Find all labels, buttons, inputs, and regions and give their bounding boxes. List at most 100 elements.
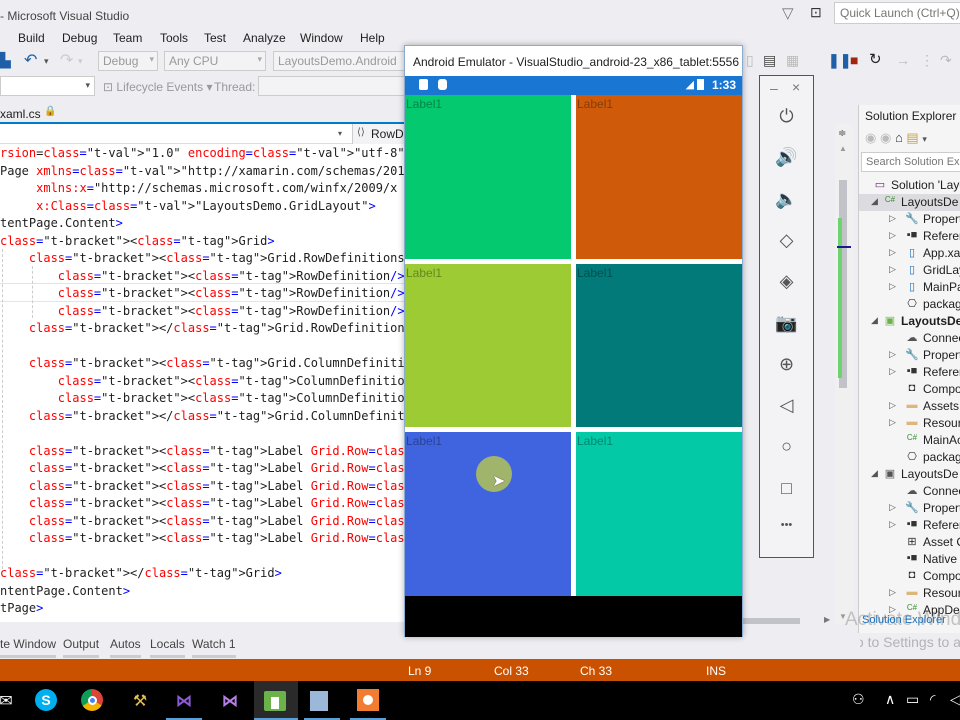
document-tab[interactable]: xaml.cs 🔒 bbox=[0, 104, 410, 122]
menu-team[interactable]: Team bbox=[113, 31, 142, 45]
undo-icon[interactable]: ↶ bbox=[24, 50, 37, 70]
expand-icon[interactable]: ▷ bbox=[889, 417, 896, 428]
tree-item[interactable]: C# MainAc bbox=[859, 432, 960, 449]
tab-watch-1[interactable]: Watch 1 bbox=[192, 637, 236, 658]
overview-icon[interactable]: □ bbox=[760, 478, 813, 499]
tree-item[interactable]: ◢ ▣ LayoutsDe bbox=[859, 466, 960, 483]
tools-icon[interactable]: ⚒ bbox=[128, 689, 152, 713]
tree-item[interactable]: ⊞ Asset C bbox=[859, 534, 960, 551]
tree-item[interactable]: ▷ ▪■ Referer bbox=[859, 364, 960, 381]
save-all-icon[interactable]: ▙ bbox=[0, 52, 11, 69]
device-log-icon[interactable]: ▤ bbox=[763, 52, 776, 69]
home-icon[interactable]: ⌂ bbox=[895, 130, 903, 145]
minimize-icon[interactable]: – bbox=[770, 80, 778, 96]
step-out-icon[interactable]: ↷ bbox=[940, 52, 952, 69]
tab-output[interactable]: Output bbox=[63, 637, 100, 658]
pause-icon[interactable]: ❚❚ bbox=[828, 52, 851, 69]
collapse-icon[interactable]: ◢ bbox=[871, 196, 878, 207]
tree-item[interactable]: ▷ ▬ Resour bbox=[859, 585, 960, 602]
show-hidden-icons-icon[interactable]: ∧ bbox=[885, 691, 895, 708]
restart-icon[interactable]: ↻ bbox=[869, 50, 882, 68]
scroll-up-icon[interactable]: ▲ bbox=[839, 144, 847, 153]
split-icon[interactable]: ≑ bbox=[838, 128, 846, 139]
android-emulator-window[interactable]: Android Emulator - VisualStudio_android-… bbox=[404, 45, 743, 637]
tab-autos[interactable]: Autos bbox=[110, 637, 141, 658]
tree-item[interactable]: ☁ Connec bbox=[859, 330, 960, 347]
device-screen[interactable]: ◢ 1:33 Label1 Label1 Label1 Label1 Label1 Lab… bbox=[405, 76, 742, 637]
thread-select[interactable] bbox=[258, 76, 406, 96]
tree-item[interactable]: ▷ ▬ Resour bbox=[859, 415, 960, 432]
menu-analyze[interactable]: Analyze bbox=[243, 31, 286, 45]
menu-help[interactable]: Help bbox=[360, 31, 385, 45]
chevron-down-icon[interactable]: ▾ bbox=[338, 129, 342, 138]
expand-icon[interactable]: ▷ bbox=[889, 400, 896, 411]
step-over-icon[interactable]: → bbox=[896, 52, 910, 68]
home-icon[interactable]: ○ bbox=[760, 436, 813, 457]
tree-item[interactable]: ▭ Solution 'Layo bbox=[859, 177, 960, 194]
tree-item[interactable]: ⎔ packag bbox=[859, 449, 960, 466]
redo-icon[interactable]: ↷ bbox=[60, 50, 73, 70]
skype-icon[interactable]: S bbox=[35, 689, 57, 711]
expand-icon[interactable]: ▷ bbox=[889, 366, 896, 377]
chevron-down-icon[interactable]: ▾ bbox=[922, 134, 927, 144]
menu-tools[interactable]: Tools bbox=[160, 31, 188, 45]
tree-item[interactable]: ◢ ▣ LayoutsDe bbox=[859, 313, 960, 330]
back-icon[interactable]: ◉ bbox=[865, 130, 876, 145]
menu-build[interactable]: Build bbox=[18, 31, 45, 45]
tree-item[interactable]: ☁ Connec bbox=[859, 483, 960, 500]
power-icon[interactable]: ⏻ bbox=[760, 106, 813, 127]
forward-icon[interactable]: ◉ bbox=[880, 130, 891, 145]
undo-dropdown-icon[interactable]: ▾ bbox=[44, 56, 49, 67]
expand-icon[interactable]: ▷ bbox=[889, 502, 896, 513]
tree-item[interactable]: ▷ ▪■ Referer bbox=[859, 517, 960, 534]
recorder-icon[interactable] bbox=[357, 689, 379, 711]
expand-icon[interactable]: ▷ bbox=[889, 349, 896, 360]
battery-icon[interactable]: ▭ bbox=[906, 691, 919, 708]
visual-studio-icon[interactable]: ⋈ bbox=[218, 689, 242, 713]
expand-icon[interactable]: ▷ bbox=[889, 247, 896, 258]
tab-locals[interactable]: Locals bbox=[150, 637, 185, 658]
menu-test[interactable]: Test bbox=[204, 31, 226, 45]
tree-item[interactable]: ◘ Compo bbox=[859, 381, 960, 398]
menu-window[interactable]: Window bbox=[300, 31, 343, 45]
expand-icon[interactable]: ▷ bbox=[889, 281, 896, 292]
expand-icon[interactable]: ▷ bbox=[889, 519, 896, 530]
more-icon[interactable]: ••• bbox=[760, 519, 813, 531]
stop-icon[interactable]: ■ bbox=[850, 52, 858, 68]
tree-item[interactable]: ▷ ▯ MainPa bbox=[859, 279, 960, 296]
volume-up-icon[interactable]: 🔊 bbox=[760, 147, 813, 168]
back-icon[interactable]: ◁ bbox=[760, 395, 813, 416]
redo-dropdown-icon[interactable]: ▾ bbox=[78, 56, 83, 67]
mail-icon[interactable]: ✉ bbox=[0, 689, 18, 713]
rotate-right-icon[interactable]: ◈ bbox=[760, 271, 813, 292]
collapse-icon[interactable]: ◢ bbox=[871, 468, 878, 479]
solution-config-select[interactable]: Debug ▾ bbox=[98, 51, 158, 71]
expand-icon[interactable]: ▷ bbox=[889, 230, 896, 241]
menu-debug[interactable]: Debug bbox=[62, 31, 97, 45]
tree-item[interactable]: ▷ ▯ App.xar bbox=[859, 245, 960, 262]
solution-explorer-tab[interactable]: Solution Explorer bbox=[862, 614, 946, 626]
rotate-left-icon[interactable]: ◇ bbox=[760, 230, 813, 251]
member-select[interactable]: ⟨⟩ RowDe bbox=[352, 124, 410, 144]
collapse-icon[interactable]: ◢ bbox=[871, 315, 878, 326]
expand-icon[interactable]: ▷ bbox=[889, 264, 896, 275]
people-icon[interactable]: ⚇ bbox=[852, 691, 865, 708]
solution-search-input[interactable]: Search Solution Exp bbox=[861, 152, 960, 172]
tree-item[interactable]: ▷ 🔧 Propert bbox=[859, 211, 960, 228]
visual-studio-preview-icon[interactable]: ⋈ bbox=[172, 689, 196, 713]
process-select[interactable]: ▾ bbox=[0, 76, 95, 96]
volume-down-icon[interactable]: 🔈 bbox=[760, 189, 813, 210]
expand-icon[interactable]: ▷ bbox=[889, 587, 896, 598]
tree-item[interactable]: ▷ 🔧 Propert bbox=[859, 347, 960, 364]
code-editor[interactable]: rsion=class="t-val">"1.0" encoding=class… bbox=[0, 144, 410, 622]
tree-item[interactable]: ◢ C# LayoutsDe bbox=[859, 194, 960, 211]
tree-item[interactable]: ▷ ▬ Assets bbox=[859, 398, 960, 415]
sync-icon[interactable]: ▤ bbox=[906, 130, 918, 145]
quick-launch-input[interactable]: Quick Launch (Ctrl+Q) bbox=[834, 2, 960, 24]
editor-vertical-scrollbar[interactable]: ≑ ▲ ▼ bbox=[835, 124, 853, 624]
volume-icon[interactable]: ◁ bbox=[950, 691, 960, 708]
startup-project-select[interactable]: LayoutsDemo.Android bbox=[273, 51, 405, 71]
step-into-icon[interactable]: ⋮ bbox=[920, 52, 934, 69]
chrome-icon[interactable] bbox=[81, 689, 103, 711]
camera-icon[interactable]: 📷 bbox=[760, 313, 813, 334]
